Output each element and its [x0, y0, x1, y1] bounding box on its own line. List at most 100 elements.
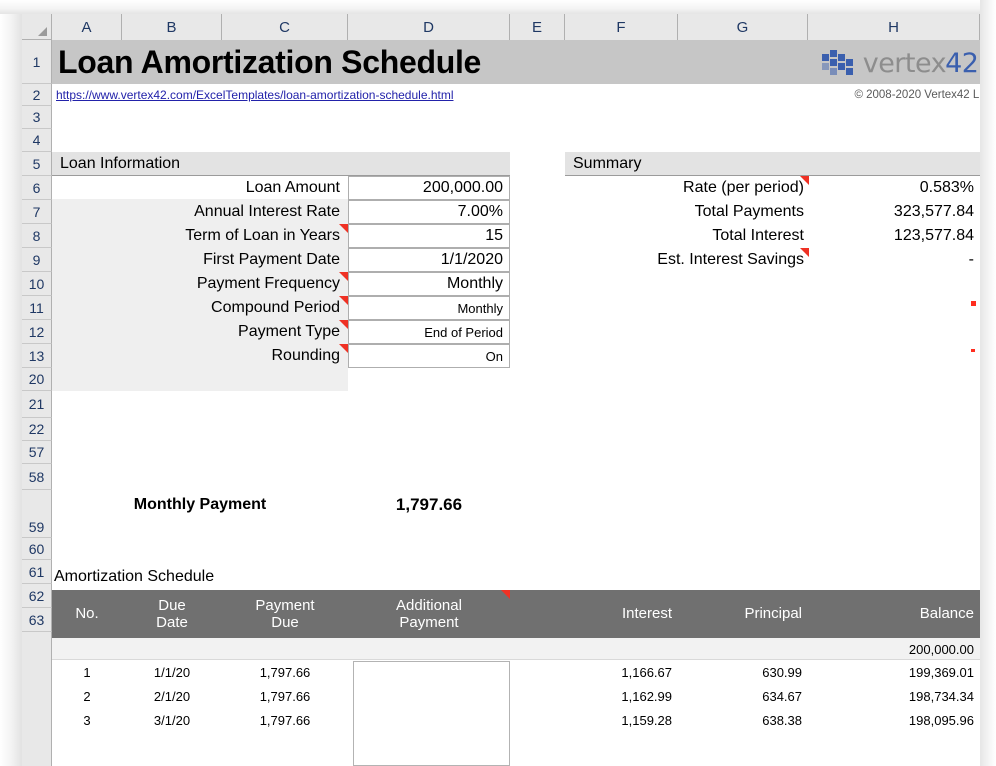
comment-marker-icon[interactable] [339, 272, 348, 281]
column-header-e-label: E [532, 19, 542, 36]
first-payment-date-input[interactable]: 1/1/2020 [348, 248, 510, 272]
row-header-4[interactable]: 4 [22, 129, 52, 152]
annual-interest-rate-input[interactable]: 7.00% [348, 200, 510, 224]
row-header-5[interactable]: 5 [22, 152, 52, 176]
row-header-62[interactable]: 62 [22, 584, 52, 608]
row-header-20-label: 20 [29, 371, 45, 387]
column-header-h[interactable]: H [808, 14, 980, 40]
comment-marker-icon[interactable] [339, 344, 348, 353]
column-header-a[interactable]: A [52, 14, 122, 40]
select-all-corner[interactable] [22, 14, 52, 40]
total-interest-value: 123,577.84 [808, 224, 980, 248]
row-header-21[interactable]: 21 [22, 391, 52, 418]
row-header-22[interactable]: 22 [22, 418, 52, 441]
table-row-principal: 630.99 [678, 660, 808, 684]
comment-marker-icon[interactable] [971, 301, 976, 306]
row-header-59[interactable]: 59 [22, 490, 52, 538]
page-edge-left [0, 0, 22, 766]
row-header-13[interactable]: 13 [22, 344, 52, 368]
table-row-no: 3 [52, 708, 122, 732]
comment-marker-icon[interactable] [339, 224, 348, 233]
column-header-c[interactable]: C [222, 14, 348, 40]
row-header-60-label: 60 [29, 541, 45, 557]
th-principal-label: Principal [744, 605, 802, 622]
row-header-20[interactable]: 20 [22, 368, 52, 391]
th-payment-due-line1: Payment [255, 597, 314, 614]
column-header-f-label: F [616, 19, 625, 36]
th-balance-label: Balance [920, 605, 974, 622]
opening-balance-value: 200,000.00 [808, 638, 980, 660]
column-header-g-label: G [737, 19, 749, 36]
rounding-label: Rounding [52, 344, 348, 368]
row-header-12[interactable]: 12 [22, 320, 52, 344]
column-header-f[interactable]: F [565, 14, 678, 40]
compound-period-input[interactable]: Monthly [348, 296, 510, 320]
row-header-60[interactable]: 60 [22, 538, 52, 560]
payment-frequency-input[interactable]: Monthly [348, 272, 510, 296]
template-url-link[interactable]: https://www.vertex42.com/ExcelTemplates/… [56, 84, 454, 106]
table-row-no: 1 [52, 660, 122, 684]
first-payment-date-label: First Payment Date [52, 248, 348, 272]
row-header-9[interactable]: 9 [22, 248, 52, 272]
row-header-61[interactable]: 61 [22, 560, 52, 584]
row-header-3[interactable]: 3 [22, 106, 52, 129]
th-due-date-line1: Due [158, 597, 186, 614]
comment-marker-icon[interactable] [339, 320, 348, 329]
row-header-11-label: 11 [29, 300, 44, 316]
th-balance[interactable]: Balance [808, 590, 980, 638]
payment-type-input[interactable]: End of Period [348, 320, 510, 344]
est-interest-savings-value: - [808, 248, 980, 272]
additional-payment-input[interactable] [353, 661, 510, 766]
column-header-c-label: C [279, 19, 290, 36]
comment-marker-icon[interactable] [339, 296, 348, 305]
row-header-11[interactable]: 11 [22, 296, 52, 320]
page-edge-top [0, 0, 996, 14]
th-additional-payment[interactable]: Additional Payment [348, 590, 510, 638]
row-header-58[interactable]: 58 [22, 464, 52, 490]
payment-frequency-label: Payment Frequency [52, 272, 348, 296]
table-row-due-date: 3/1/20 [122, 708, 222, 732]
th-payment-due[interactable]: Payment Due [222, 590, 348, 638]
column-header-a-label: A [81, 19, 91, 36]
row-header-1-label: 1 [33, 54, 41, 70]
loan-amount-input[interactable]: 200,000.00 [348, 176, 510, 200]
th-interest[interactable]: Interest [565, 590, 678, 638]
row-header-57[interactable]: 57 [22, 441, 52, 464]
column-header-b[interactable]: B [122, 14, 222, 40]
th-additional-payment-line2: Payment [399, 614, 458, 631]
spreadsheet-canvas: A B C D E F G H 1 2 3 4 5 6 7 8 9 10 11 … [0, 0, 996, 766]
rounding-input[interactable]: On [348, 344, 510, 368]
column-header-d-label: D [423, 19, 434, 36]
row-header-3-label: 3 [33, 109, 41, 125]
summary-header: Summary [565, 152, 980, 176]
th-due-date[interactable]: Due Date [122, 590, 222, 638]
row-header-6[interactable]: 6 [22, 176, 52, 200]
monthly-payment-label: Monthly Payment [52, 491, 348, 518]
row-header-62-label: 62 [29, 588, 45, 604]
term-of-loan-input[interactable]: 15 [348, 224, 510, 248]
row-header-63[interactable]: 63 [22, 608, 52, 632]
column-header-d[interactable]: D [348, 14, 510, 40]
payment-type-label: Payment Type [52, 320, 348, 344]
row-header-22-label: 22 [29, 421, 45, 437]
column-header-e[interactable]: E [510, 14, 565, 40]
row-header-10[interactable]: 10 [22, 272, 52, 296]
loan-information-header-label: Loan Information [60, 155, 180, 173]
vertex42-mark-icon [822, 50, 858, 76]
row-header-9-label: 9 [33, 252, 41, 268]
page-title: Loan Amortization Schedule [58, 40, 481, 84]
th-no[interactable]: No. [52, 590, 122, 638]
comment-marker-icon[interactable] [971, 349, 975, 352]
row-header-1[interactable]: 1 [22, 40, 52, 84]
row-header-8[interactable]: 8 [22, 224, 52, 248]
th-principal[interactable]: Principal [678, 590, 808, 638]
column-header-g[interactable]: G [678, 14, 808, 40]
rate-per-period-value: 0.583% [808, 176, 980, 200]
table-row-interest: 1,162.99 [565, 684, 678, 708]
row-header-2[interactable]: 2 [22, 84, 52, 106]
comment-marker-icon[interactable] [501, 590, 510, 599]
row-header-7[interactable]: 7 [22, 200, 52, 224]
row-header-8-label: 8 [33, 228, 41, 244]
th-no-label: No. [75, 605, 98, 622]
loan-amount-label: Loan Amount [52, 176, 348, 200]
